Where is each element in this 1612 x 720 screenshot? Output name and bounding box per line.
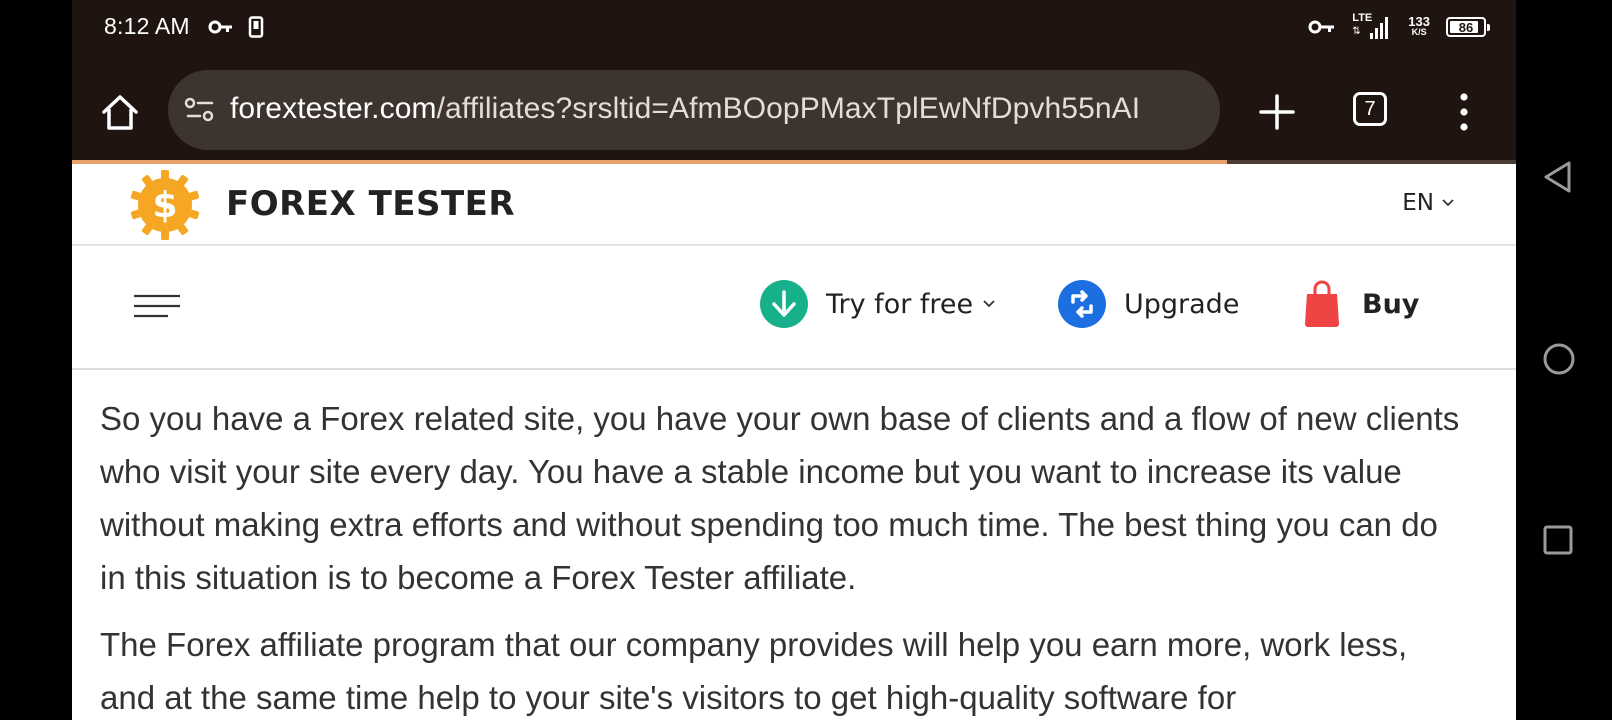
buy-button[interactable]: Buy (1304, 279, 1419, 329)
tab-switcher-button[interactable]: 7 (1353, 92, 1387, 126)
try-for-free-button[interactable]: Try for free (760, 279, 995, 329)
address-bar[interactable]: forextester.com/affiliates?srsltid=AfmBO… (168, 70, 1220, 150)
chevron-down-icon (983, 300, 995, 308)
program-paragraph: The Forex affiliate program that our com… (100, 626, 1408, 716)
network-speed: 133 K/S (1408, 14, 1430, 37)
status-bar: 8:12 AM LTE ⇅ 133 K/S 86 (72, 0, 1516, 56)
back-icon[interactable] (1542, 160, 1572, 194)
phone-screen: 8:12 AM LTE ⇅ 133 K/S 86 forextester.com… (72, 0, 1516, 720)
battery-icon: 86 (1446, 17, 1490, 37)
forex-tester-logo[interactable]: $ (128, 168, 202, 242)
upgrade-icon (1058, 280, 1106, 328)
download-icon (760, 280, 808, 328)
shopping-bag-icon (1305, 280, 1339, 327)
page-content: So you have a Forex related site, you ha… (100, 392, 1470, 720)
intro-paragraph: So you have a Forex related site, you ha… (100, 400, 1460, 596)
browser-toolbar: forextester.com/affiliates?srsltid=AfmBO… (72, 56, 1516, 164)
phone-storage-icon (248, 16, 264, 38)
main-nav: Try for free Upgrade Buy (72, 246, 1516, 370)
vpn-key-icon (1308, 20, 1335, 34)
system-navigation-bar (1516, 0, 1612, 720)
site-settings-icon[interactable] (184, 95, 216, 125)
status-time: 8:12 AM (104, 13, 190, 39)
url-text[interactable]: forextester.com/affiliates?srsltid=AfmBO… (230, 92, 1206, 126)
language-label: EN (1402, 190, 1434, 216)
upgrade-button[interactable]: Upgrade (1058, 279, 1239, 329)
home-icon[interactable] (98, 90, 142, 134)
site-header: $ FOREX TESTER EN (72, 164, 1516, 246)
brand-name[interactable]: FOREX TESTER (226, 184, 515, 224)
chevron-down-icon (1442, 199, 1454, 207)
more-options-icon[interactable] (1454, 92, 1474, 132)
home-circle-icon[interactable] (1542, 342, 1576, 376)
lte-signal-icon: LTE ⇅ (1352, 13, 1392, 41)
menu-icon[interactable] (134, 294, 182, 320)
language-selector[interactable]: EN (1402, 190, 1454, 216)
key-icon (208, 20, 232, 34)
recent-apps-icon[interactable] (1542, 524, 1574, 556)
plus-icon[interactable] (1255, 90, 1299, 134)
